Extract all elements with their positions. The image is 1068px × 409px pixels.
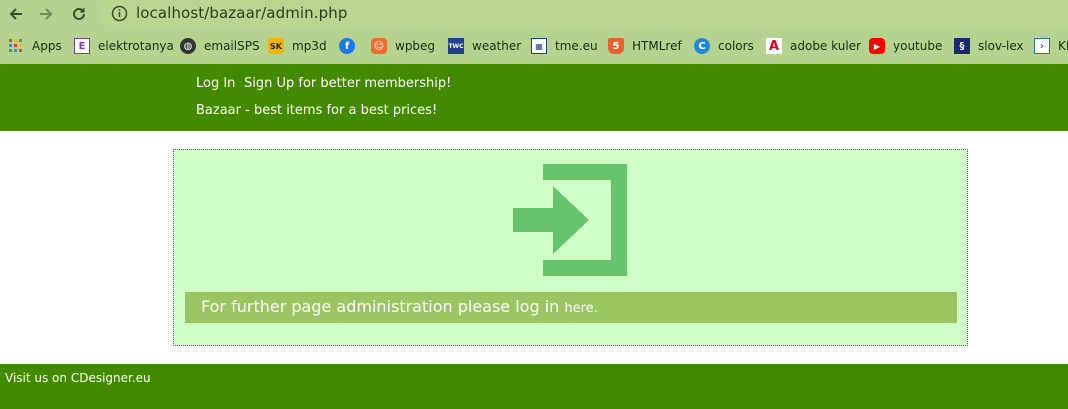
url-text[interactable]: localhost/bazaar/admin.php bbox=[136, 4, 348, 22]
bookmark-emailsps[interactable]: ◍ emailSPS bbox=[180, 37, 260, 55]
mp3d-icon: SK bbox=[268, 38, 284, 54]
bookmark-ke[interactable]: › KE bbox=[1034, 37, 1068, 55]
bookmark-youtube[interactable]: ▶ youtube bbox=[869, 37, 942, 55]
bookmark-adobe-kuler[interactable]: A adobe kuler bbox=[766, 37, 861, 55]
site-header: Log In Sign Up for better membership! Ba… bbox=[0, 64, 1068, 131]
bookmark-label: tme.eu bbox=[555, 39, 598, 53]
login-link[interactable]: Log In bbox=[196, 76, 235, 91]
bookmark-label: emailSPS bbox=[204, 39, 260, 53]
bookmark-wpbeg[interactable]: ☺ wpbeg bbox=[371, 37, 435, 55]
bookmark-label: mp3d bbox=[292, 39, 327, 53]
bookmark-colors[interactable]: C colors bbox=[694, 37, 754, 55]
apps-grid-icon bbox=[8, 38, 24, 54]
bookmark-elektrotanya[interactable]: E elektrotanya bbox=[74, 37, 174, 55]
bookmark-label: elektrotanya bbox=[98, 39, 174, 53]
elektrotanya-icon: E bbox=[74, 38, 90, 54]
forward-button[interactable] bbox=[35, 3, 57, 25]
back-button[interactable] bbox=[5, 3, 27, 25]
bookmarks-bar: Apps E elektrotanya ◍ emailSPS SK mp3d f… bbox=[0, 29, 1068, 64]
bookmark-tme[interactable]: ▦ tme.eu bbox=[531, 37, 598, 55]
colors-icon: C bbox=[694, 38, 710, 54]
facebook-icon: f bbox=[339, 38, 355, 54]
adobe-icon: A bbox=[766, 38, 782, 54]
forward-arrow-icon bbox=[40, 8, 53, 20]
bookmark-weather[interactable]: TWC weather bbox=[448, 37, 521, 55]
bookmark-label: HTMLref bbox=[632, 39, 682, 53]
browser-toolbar: localhost/bazaar/admin.php bbox=[0, 0, 1068, 29]
site-footer: Visit us on CDesigner.eu bbox=[0, 364, 1068, 409]
login-here-link[interactable]: here. bbox=[564, 301, 597, 316]
bookmark-label: slov-lex bbox=[978, 39, 1024, 53]
login-message-text: For further page administration please l… bbox=[201, 297, 565, 316]
ke-icon: › bbox=[1034, 38, 1050, 54]
bookmark-label: wpbeg bbox=[395, 39, 436, 53]
admin-login-panel: For further page administration please l… bbox=[173, 149, 968, 346]
html5-icon: 5 bbox=[608, 38, 624, 54]
login-enter-icon bbox=[513, 164, 627, 276]
bookmark-label: colors bbox=[718, 39, 754, 53]
bookmark-label: adobe kuler bbox=[790, 39, 861, 53]
slov-lex-icon: § bbox=[954, 38, 970, 54]
login-message-bar: For further page administration please l… bbox=[185, 292, 957, 323]
bookmark-label: Apps bbox=[32, 39, 62, 53]
bookmark-apps[interactable]: Apps bbox=[8, 37, 62, 55]
bookmark-slov-lex[interactable]: § slov-lex bbox=[954, 37, 1024, 55]
bookmark-mp3d[interactable]: SK mp3d bbox=[268, 37, 327, 55]
bookmark-htmlref[interactable]: 5 HTMLref bbox=[608, 37, 682, 55]
reload-icon bbox=[73, 7, 85, 20]
weather-channel-icon: TWC bbox=[448, 38, 464, 54]
bookmark-label: KE bbox=[1058, 39, 1068, 53]
globe-icon: ◍ bbox=[180, 38, 196, 54]
bookmark-label: weather bbox=[472, 39, 522, 53]
bookmark-facebook[interactable]: f bbox=[339, 37, 363, 55]
site-tagline: Bazaar - best items for a best prices! bbox=[196, 103, 438, 118]
login-message: For further page administration please l… bbox=[201, 297, 598, 316]
tme-icon: ▦ bbox=[531, 38, 547, 54]
bookmark-label: youtube bbox=[893, 39, 943, 53]
back-arrow-icon bbox=[9, 8, 22, 20]
youtube-icon: ▶ bbox=[869, 38, 885, 54]
reload-button[interactable] bbox=[68, 3, 90, 25]
signup-link[interactable]: Sign Up for better membership! bbox=[244, 76, 451, 91]
footer-credit[interactable]: Visit us on CDesigner.eu bbox=[5, 371, 151, 385]
wpbeg-icon: ☺ bbox=[371, 38, 387, 54]
info-icon[interactable] bbox=[111, 5, 128, 22]
